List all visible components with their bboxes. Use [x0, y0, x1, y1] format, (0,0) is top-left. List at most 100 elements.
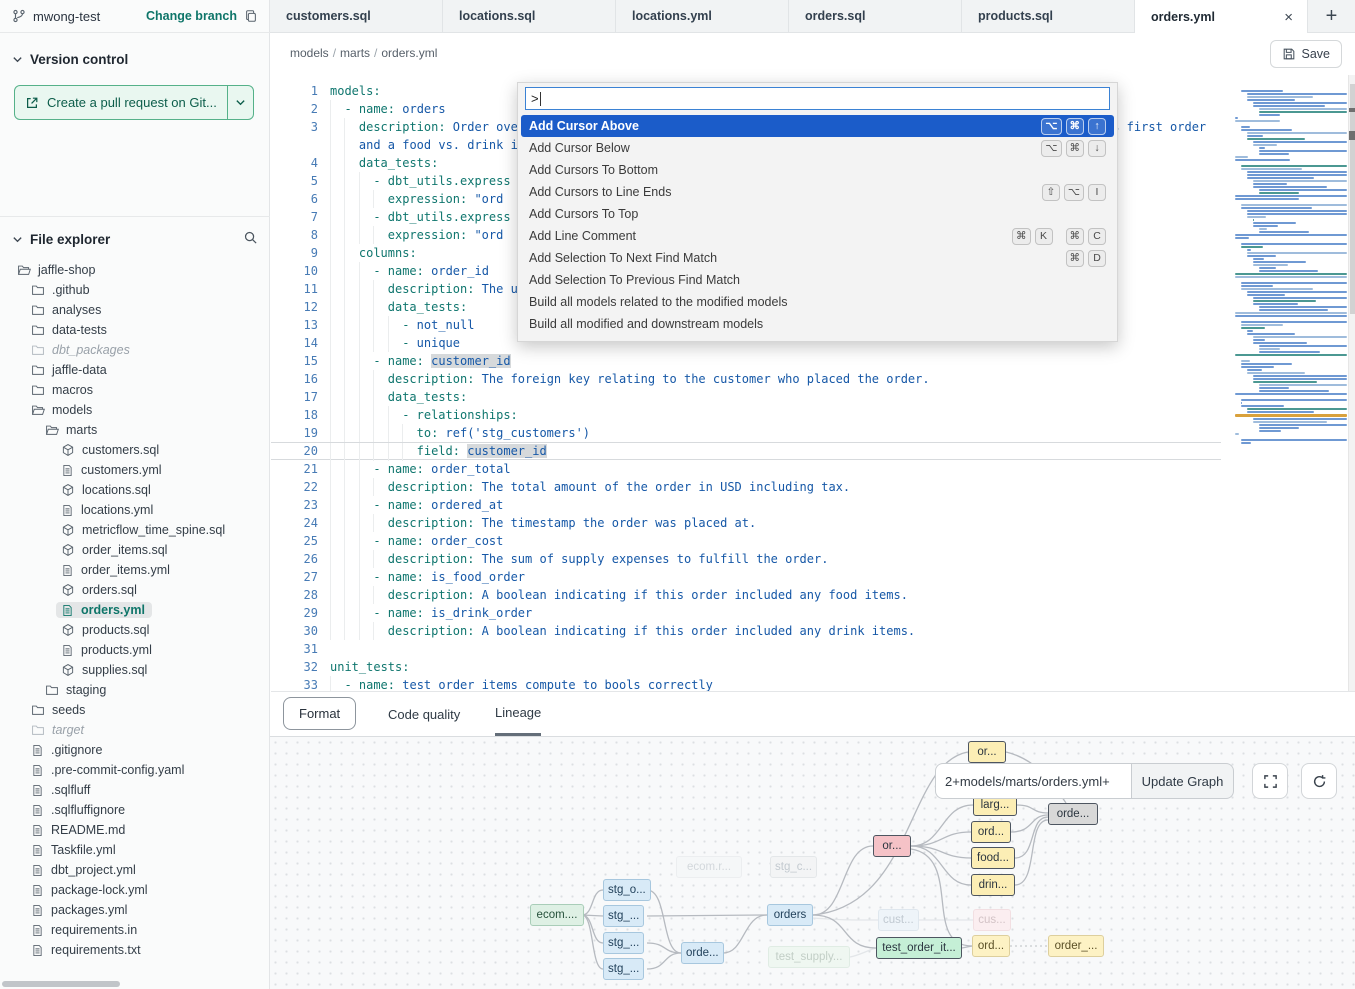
change-branch-link[interactable]: Change branch	[146, 9, 237, 23]
code-line[interactable]: 30description: A boolean indicating if t…	[271, 622, 1221, 640]
code-line[interactable]: 22description: The total amount of the o…	[271, 478, 1221, 496]
code-line[interactable]: 19to: ref('stg_customers')	[271, 424, 1221, 442]
code-line[interactable]: 21- name: order_total	[271, 460, 1221, 478]
lineage-node[interactable]: ord...	[971, 821, 1011, 843]
lineage-node[interactable]: drin...	[971, 874, 1015, 896]
tree-item[interactable]: jaffle-data	[0, 360, 270, 380]
tab-orders.yml[interactable]: orders.yml×	[1135, 0, 1308, 34]
tree-item[interactable]: products.sql	[0, 620, 270, 640]
tree-item[interactable]: .sqlfluffignore	[0, 800, 270, 820]
tree-item[interactable]: README.md	[0, 820, 270, 840]
lineage-node[interactable]: stg_...	[603, 958, 644, 980]
lineage-selector-input[interactable]: 2+models/marts/orders.yml+	[935, 763, 1131, 799]
lineage-node[interactable]: test_order_it...	[876, 937, 962, 959]
command-item[interactable]: Add Selection To Next Find Match⌘D	[521, 247, 1114, 269]
tree-item[interactable]: data-tests	[0, 320, 270, 340]
code-line[interactable]: 31	[271, 640, 1221, 658]
tree-item[interactable]: staging	[0, 680, 270, 700]
tree-item[interactable]: .sqlfluff	[0, 780, 270, 800]
code-line[interactable]: 27- name: is_food_order	[271, 568, 1221, 586]
file-explorer-header[interactable]: File explorer	[0, 222, 270, 256]
command-item[interactable]: Add Cursors to Line Ends⇧⌥I	[521, 181, 1114, 203]
lineage-node[interactable]: stg_...	[603, 932, 644, 954]
code-line[interactable]: 16description: The foreign key relating …	[271, 370, 1221, 388]
lineage-node[interactable]: stg_...	[603, 905, 644, 927]
lineage-node[interactable]: stg_c...	[770, 856, 817, 878]
tree-item[interactable]: supplies.sql	[0, 660, 270, 680]
command-palette-input[interactable]: >	[525, 87, 1110, 110]
tree-item[interactable]: packages.yml	[0, 900, 270, 920]
tree-item[interactable]: Taskfile.yml	[0, 840, 270, 860]
command-item[interactable]: Build all modified and downstream models	[521, 313, 1114, 335]
tree-item[interactable]: order_items.sql	[0, 540, 270, 560]
tree-item[interactable]: .github	[0, 280, 270, 300]
lineage-node[interactable]: or...	[968, 741, 1006, 763]
code-line[interactable]: 26description: The sum of supply expense…	[271, 550, 1221, 568]
lineage-node[interactable]: stg_o...	[603, 879, 651, 901]
create-pr-button[interactable]: Create a pull request on Git...	[14, 85, 254, 120]
code-line[interactable]: 28description: A boolean indicating if t…	[271, 586, 1221, 604]
command-item[interactable]: Build all models related to the modified…	[521, 291, 1114, 313]
tree-item[interactable]: .gitignore	[0, 740, 270, 760]
tree-item[interactable]: customers.yml	[0, 460, 270, 480]
code-line[interactable]: 23- name: ordered_at	[271, 496, 1221, 514]
code-line[interactable]: 29- name: is_drink_order	[271, 604, 1221, 622]
save-button[interactable]: Save	[1270, 40, 1343, 68]
lineage-node[interactable]: ecom.r...	[676, 856, 742, 878]
tree-item[interactable]: locations.yml	[0, 500, 270, 520]
tree-item[interactable]: orders.yml	[0, 600, 270, 620]
tree-item[interactable]: dbt_project.yml	[0, 860, 270, 880]
tree-item[interactable]: models	[0, 400, 270, 420]
command-item[interactable]: Add Cursors To Bottom	[521, 159, 1114, 181]
editor-vscrollbar[interactable]	[1348, 75, 1355, 692]
tree-item[interactable]: requirements.txt	[0, 940, 270, 960]
code-line[interactable]: 33- name: test_order_items_compute_to_bo…	[271, 676, 1221, 692]
tab-code-quality[interactable]: Code quality	[388, 692, 460, 736]
code-line[interactable]: 25- name: order_cost	[271, 532, 1221, 550]
code-line[interactable]: 18- relationships:	[271, 406, 1221, 424]
lineage-node[interactable]: test_supply...	[768, 946, 850, 968]
code-line[interactable]: 32unit_tests:	[271, 658, 1221, 676]
tab-customers.sql[interactable]: customers.sql	[270, 0, 443, 32]
tab-products.sql[interactable]: products.sql	[962, 0, 1135, 32]
version-control-header[interactable]: Version control	[0, 42, 270, 76]
command-item[interactable]: Add Cursor Above⌥⌘↑	[521, 115, 1114, 137]
new-tab-button[interactable]: +	[1308, 0, 1355, 32]
format-button[interactable]: Format	[283, 697, 356, 730]
tree-item[interactable]: order_items.yml	[0, 560, 270, 580]
lineage-node[interactable]: orde...	[681, 942, 724, 964]
close-tab-icon[interactable]: ×	[1284, 9, 1293, 26]
search-icon[interactable]	[243, 230, 258, 245]
update-graph-button[interactable]: Update Graph	[1131, 763, 1234, 799]
code-line[interactable]: 24description: The timestamp the order w…	[271, 514, 1221, 532]
tree-item[interactable]: marts	[0, 420, 270, 440]
tree-item[interactable]: orders.sql	[0, 580, 270, 600]
tab-lineage[interactable]: Lineage	[495, 692, 541, 736]
code-line[interactable]: 15- name: customer_id	[271, 352, 1221, 370]
code-line[interactable]: 17data_tests:	[271, 388, 1221, 406]
command-item[interactable]: Add Selection To Previous Find Match	[521, 269, 1114, 291]
lineage-node[interactable]: order_...	[1048, 935, 1104, 957]
lineage-node[interactable]: ecom....	[530, 904, 584, 926]
tree-item[interactable]: products.yml	[0, 640, 270, 660]
tab-orders.sql[interactable]: orders.sql	[789, 0, 962, 32]
tree-item[interactable]: dbt_packages	[0, 340, 270, 360]
scrollbar-thumb[interactable]	[1350, 84, 1355, 314]
lineage-node[interactable]: ord...	[972, 935, 1010, 957]
copy-branch-icon[interactable]	[244, 9, 258, 23]
tree-item[interactable]: analyses	[0, 300, 270, 320]
tree-item[interactable]: target	[0, 720, 270, 740]
lineage-node[interactable]: orders	[767, 904, 813, 926]
lineage-node[interactable]: cust...	[878, 909, 919, 931]
lineage-node[interactable]: orde...	[1048, 803, 1098, 825]
fullscreen-button[interactable]	[1252, 763, 1288, 799]
minimap[interactable]	[1235, 84, 1347, 452]
command-item[interactable]: Add Line Comment⌘K⌘C	[521, 225, 1114, 247]
tree-item[interactable]: requirements.in	[0, 920, 270, 940]
lineage-node[interactable]: cus...	[973, 909, 1011, 931]
tree-item[interactable]: seeds	[0, 700, 270, 720]
lineage-node[interactable]: or...	[873, 835, 911, 857]
breadcrumb-part[interactable]: marts	[340, 46, 370, 60]
lineage-node[interactable]: food...	[971, 847, 1015, 869]
breadcrumb-part[interactable]: orders.yml	[381, 46, 437, 60]
